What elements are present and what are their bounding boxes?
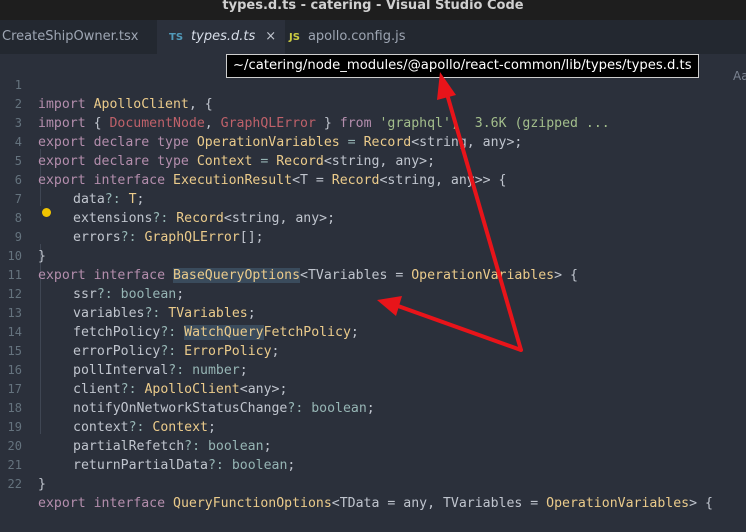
token: OperationVariables: [546, 496, 690, 511]
token: }: [38, 477, 46, 492]
arrowhead-icon: [377, 296, 402, 316]
line-number: 22: [7, 477, 22, 491]
annotation-arrow-to-tooltip: [445, 92, 523, 352]
annotation-arrows: [377, 72, 523, 352]
token: QueryFunctionOptions: [173, 496, 332, 511]
token: export interface: [38, 496, 166, 511]
arrowhead-icon: [437, 72, 456, 100]
annotation-arrow-to-fetchpolicy: [396, 304, 523, 352]
token: > {: [689, 496, 713, 511]
token: <TData = any, TVariables =: [331, 496, 547, 511]
